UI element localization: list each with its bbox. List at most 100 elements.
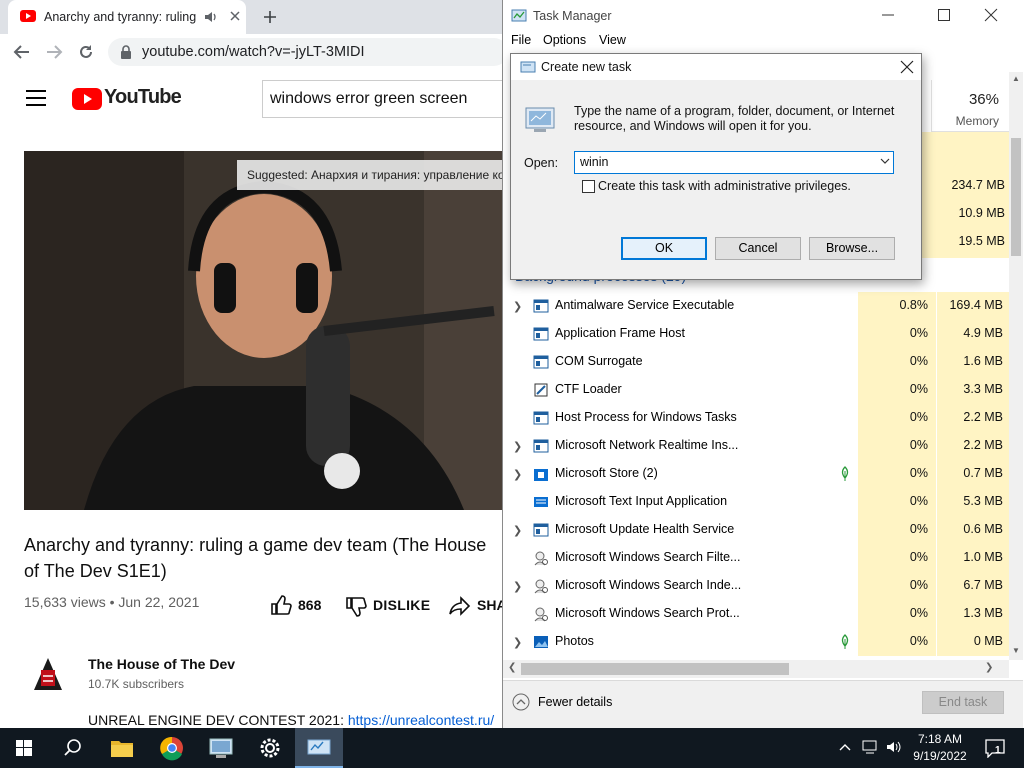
process-row[interactable]: Microsoft Windows Search Prot... 0% 1.3 MB (503, 600, 1009, 628)
reload-icon[interactable] (77, 43, 95, 61)
close-icon[interactable] (984, 8, 998, 22)
process-row[interactable]: ❯ Microsoft Store (2) 0% 0.7 MB (503, 460, 1009, 488)
process-memory: 3.3 MB (937, 376, 1009, 404)
like-icon[interactable] (270, 594, 292, 616)
process-row[interactable]: ❯ Antimalware Service Executable 0.8% 169.4… (503, 292, 1009, 320)
cancel-button[interactable]: Cancel (715, 237, 801, 260)
process-memory: 0.6 MB (937, 516, 1009, 544)
process-row[interactable]: ❯ Microsoft Update Health Service 0% 0.6 MB (503, 516, 1009, 544)
share-icon[interactable] (449, 596, 471, 616)
expand-chevron-icon[interactable]: ❯ (513, 580, 522, 593)
run-program-icon (524, 104, 556, 136)
process-row[interactable]: CTF Loader 0% 3.3 MB (503, 376, 1009, 404)
tab-close-icon[interactable] (228, 9, 242, 23)
maximize-icon[interactable] (937, 8, 951, 22)
share-button[interactable]: SHARE (477, 597, 503, 613)
channel-avatar[interactable] (24, 650, 72, 698)
process-name: Microsoft Store (2) (555, 466, 658, 480)
dislike-button[interactable]: DISLIKE (373, 597, 430, 613)
remote-desktop-icon[interactable] (197, 728, 245, 768)
process-row[interactable]: ❯ Microsoft Windows Search Inde... 0% 6.7 M… (503, 572, 1009, 600)
open-combobox[interactable] (574, 151, 894, 174)
youtube-favicon-icon (20, 10, 36, 22)
video-views-date: 15,633 views • Jun 22, 2021 (24, 594, 200, 610)
taskbar-clock[interactable]: 7:18 AM 9/19/2022 (900, 731, 980, 765)
scroll-down-icon[interactable]: ▼ (1012, 646, 1020, 655)
process-memory: 0.7 MB (937, 460, 1009, 488)
task-manager-app-icon (511, 8, 527, 24)
audio-playing-icon[interactable] (204, 10, 218, 24)
process-cpu: 0% (858, 460, 936, 488)
settings-gear-icon[interactable] (246, 728, 294, 768)
process-row[interactable]: ❯ Photos 0% 0 MB (503, 628, 1009, 656)
channel-name[interactable]: The House of The Dev (88, 656, 235, 672)
dislike-icon[interactable] (345, 596, 367, 618)
youtube-search-input[interactable]: windows error green screen (270, 90, 467, 108)
start-button[interactable] (0, 728, 48, 768)
service-icon (533, 522, 549, 538)
process-memory: 0 MB (937, 628, 1009, 656)
scroll-up-icon[interactable]: ▲ (1012, 74, 1020, 83)
end-task-button[interactable]: End task (922, 691, 1004, 714)
admin-checkbox-label[interactable]: Create this task with administrative pri… (598, 179, 851, 193)
process-cpu: 0% (858, 376, 936, 404)
taskbar-search-icon[interactable] (48, 728, 96, 768)
process-memory: 2.2 MB (937, 404, 1009, 432)
process-cpu: 0% (858, 544, 936, 572)
fewer-details-icon[interactable] (512, 693, 530, 711)
back-icon[interactable] (13, 44, 31, 60)
suggested-video-banner[interactable]: Suggested: Анархия и тирания: управление… (237, 160, 504, 190)
dialog-close-icon[interactable] (900, 60, 914, 74)
vertical-scrollbar-thumb[interactable] (1011, 138, 1021, 256)
admin-checkbox[interactable] (582, 180, 595, 193)
new-tab-icon[interactable] (262, 9, 278, 25)
forward-icon[interactable] (45, 44, 63, 60)
process-row[interactable]: Application Frame Host 0% 4.9 MB (503, 320, 1009, 348)
service-icon (533, 298, 549, 314)
file-explorer-icon[interactable] (98, 728, 146, 768)
menu-icon[interactable] (26, 90, 46, 106)
minimize-icon[interactable] (881, 8, 895, 22)
open-input-value[interactable]: winin (580, 155, 609, 169)
youtube-logo-icon[interactable] (72, 88, 102, 110)
process-row[interactable]: Host Process for Windows Tasks 0% 2.2 MB (503, 404, 1009, 432)
browser-tab[interactable]: Anarchy and tyranny: ruling (8, 0, 246, 34)
process-row[interactable]: ❯ Microsoft Network Realtime Ins... 0% 2.2 … (503, 432, 1009, 460)
expand-chevron-icon[interactable]: ❯ (513, 524, 522, 537)
process-row[interactable]: COM Surrogate 0% 1.6 MB (503, 348, 1009, 376)
expand-chevron-icon[interactable]: ❯ (513, 636, 522, 649)
memory-label: Memory (955, 114, 999, 128)
process-cpu: 0% (858, 320, 936, 348)
url-text[interactable]: youtube.com/watch?v=-jyLT-3MIDI (142, 44, 365, 60)
process-cpu: 0% (858, 628, 936, 656)
expand-chevron-icon[interactable]: ❯ (513, 440, 522, 453)
ok-button[interactable]: OK (621, 237, 707, 260)
menu-options[interactable]: Options (543, 33, 586, 47)
process-name: Microsoft Text Input Application (555, 494, 728, 508)
video-player[interactable] (24, 151, 504, 510)
expand-chevron-icon[interactable]: ❯ (513, 300, 522, 313)
process-row[interactable]: Microsoft Text Input Application 0% 5.3 MB (503, 488, 1009, 516)
scroll-left-icon[interactable]: ❮ (508, 662, 516, 673)
lock-icon[interactable] (120, 45, 132, 59)
expand-chevron-icon[interactable]: ❯ (513, 468, 522, 481)
process-list: ❯ Antimalware Service Executable 0.8% 169.4… (503, 292, 1009, 656)
process-memory: 5.3 MB (937, 488, 1009, 516)
task-manager-taskbar-button[interactable] (295, 728, 343, 768)
fewer-details-link[interactable]: Fewer details (538, 695, 612, 709)
horizontal-scrollbar-thumb[interactable] (521, 663, 789, 675)
description-link[interactable]: https://unrealcontest.ru/ (348, 712, 494, 728)
menu-view[interactable]: View (599, 33, 626, 47)
process-name: Photos (555, 634, 594, 648)
tab-title: Anarchy and tyranny: ruling (44, 10, 197, 24)
show-hidden-icons-chevron-icon[interactable] (838, 740, 852, 754)
process-row[interactable]: Microsoft Windows Search Filte... 0% 1.0 M… (503, 544, 1009, 572)
chrome-icon[interactable] (148, 728, 196, 768)
browse-button[interactable]: Browse... (809, 237, 895, 260)
store-icon (533, 466, 549, 482)
like-count[interactable]: 868 (298, 597, 321, 613)
menu-file[interactable]: File (511, 33, 531, 47)
scroll-right-icon[interactable]: ❯ (985, 662, 993, 673)
network-icon[interactable] (862, 739, 880, 755)
open-dropdown-chevron-icon[interactable] (880, 156, 890, 166)
